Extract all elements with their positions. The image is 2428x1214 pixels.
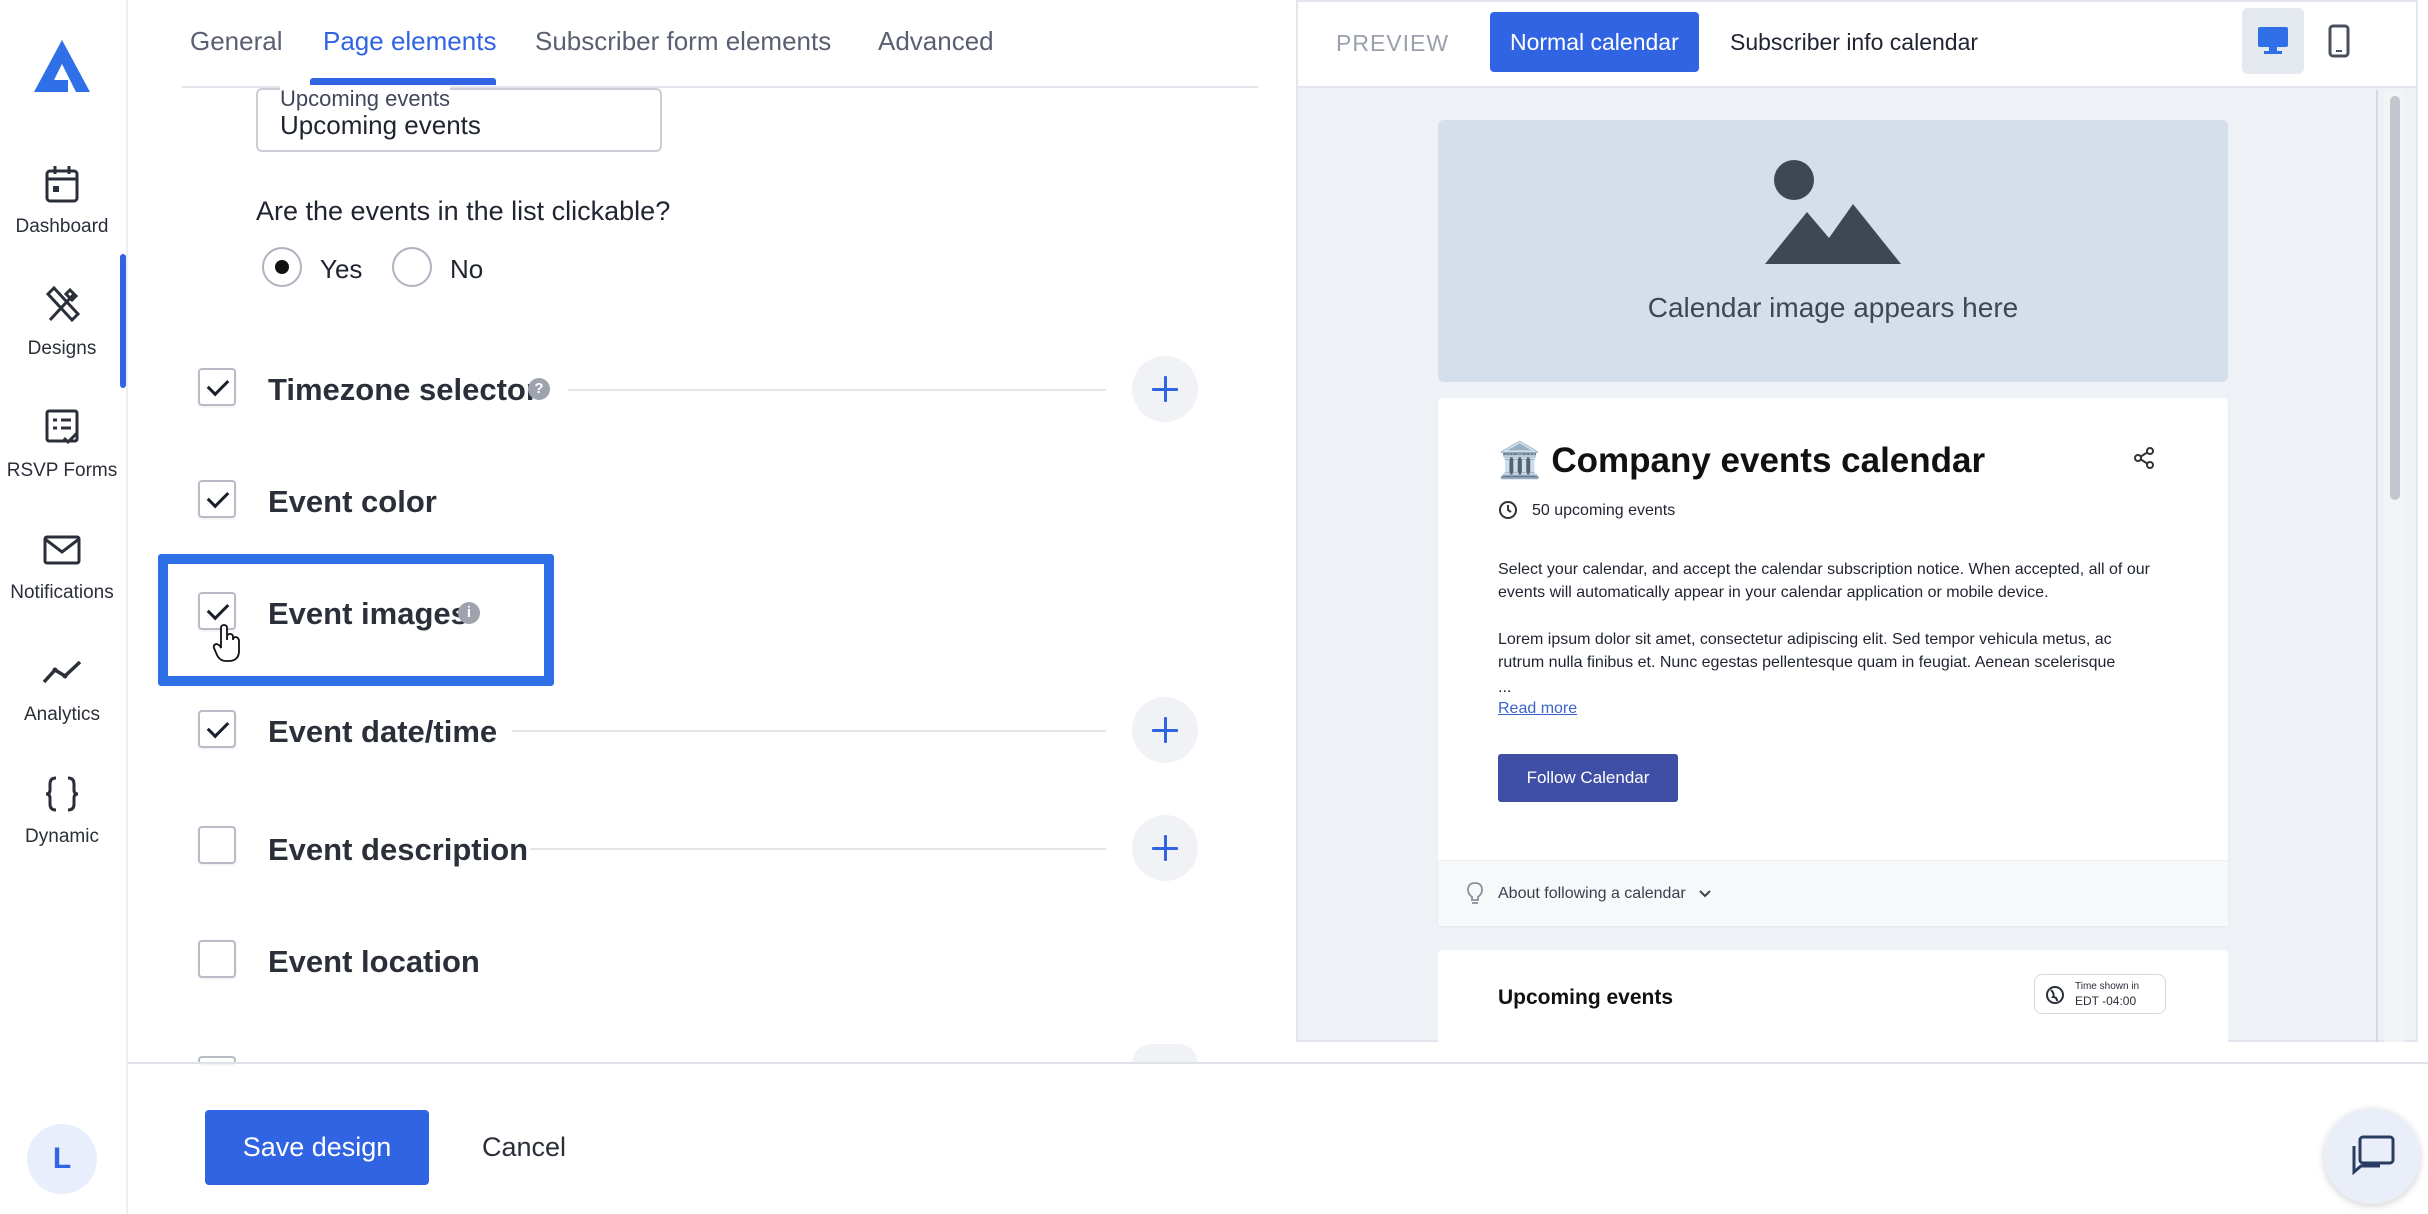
globe-icon [2046, 986, 2064, 1004]
building-icon: 🏛️ [1498, 441, 1542, 480]
list-title-input[interactable]: Upcoming events Upcoming events [256, 86, 662, 152]
footer-divider [128, 1062, 2428, 1064]
sidebar-item-label: Analytics [23, 704, 101, 725]
about-following-label[interactable]: About following a calendar [1498, 885, 1686, 903]
hand-cursor-icon [212, 624, 240, 662]
next-row-add-button-partial[interactable] [1132, 1044, 1198, 1064]
desktop-icon [2258, 27, 2288, 54]
sidebar-item-designs[interactable]: Designs [0, 286, 124, 396]
curly-braces-icon [45, 776, 79, 812]
tab-advanced[interactable]: Advanced [878, 26, 994, 57]
image-placeholder-caption: Calendar image appears here [1647, 292, 2019, 323]
calendar-icon [45, 166, 79, 203]
calendar-title: 🏛️ Company events calendar [1498, 440, 1985, 481]
calendar-description-extra: Lorem ipsum dolor sit amet, consectetur … [1498, 631, 2116, 671]
description-ellipsis: ... [1498, 679, 1512, 696]
sidebar: Dashboard Designs RSVP Forms Notificatio… [0, 0, 128, 1214]
clickable-yes-radio[interactable] [262, 247, 302, 287]
read-more-link[interactable]: Read more [1498, 700, 1577, 718]
follow-calendar-button[interactable]: Follow Calendar [1498, 754, 1678, 802]
timezone-caption: Time shown in [2075, 981, 2140, 992]
sidebar-item-label: Designs [27, 338, 97, 359]
cancel-button[interactable]: Cancel [460, 1110, 588, 1185]
upcoming-events-card: Upcoming events Time shown in EDT -04:00 [1438, 950, 2228, 1044]
tab-subscriber-form-elements[interactable]: Subscriber form elements [535, 26, 831, 57]
chat-icon [2352, 1135, 2395, 1176]
preview-scroll-thumb[interactable] [2390, 96, 2400, 500]
tab-general[interactable]: General [190, 26, 283, 57]
user-avatar[interactable]: L [27, 1124, 97, 1194]
design-tools-icon [45, 286, 80, 323]
event-description-checkbox[interactable] [198, 826, 236, 864]
upcoming-events-title: Upcoming events [1498, 986, 1674, 1009]
timezone-selector-add-button[interactable] [1132, 356, 1198, 422]
about-following-section[interactable]: About following a calendar [1438, 860, 2228, 926]
upcoming-events-count: 50 upcoming events [1532, 502, 1676, 519]
row-divider [530, 848, 1106, 850]
preview-toolbar: PREVIEW Normal calendar Subscriber info … [1298, 2, 2416, 88]
calendar-image-placeholder: Calendar image appears here [1438, 120, 2228, 382]
calendar-info-card: 🏛️ Company events calendar 50 upcoming e… [1438, 398, 2228, 926]
analytics-chart-icon [42, 660, 82, 684]
sidebar-item-label: RSVP Forms [6, 460, 118, 481]
event-color-label: Event color [268, 484, 437, 519]
sidebar-item-label: Dynamic [25, 826, 99, 847]
row-divider [568, 389, 1106, 391]
form-icon [45, 409, 79, 445]
lightbulb-icon [1467, 882, 1483, 904]
mobile-icon [2328, 24, 2350, 58]
sidebar-active-indicator [120, 254, 126, 388]
calendar-title-text: Company events calendar [1551, 441, 1986, 480]
mobile-view-button[interactable] [2308, 8, 2370, 74]
mail-icon [43, 535, 81, 565]
subscriber-info-calendar-tab[interactable]: Subscriber info calendar [1710, 12, 1998, 72]
desktop-view-button[interactable] [2242, 8, 2304, 74]
chat-support-button[interactable] [2324, 1108, 2420, 1204]
tab-page-elements[interactable]: Page elements [323, 26, 496, 57]
save-design-button[interactable]: Save design [205, 1110, 429, 1185]
sidebar-item-rsvp-forms[interactable]: RSVP Forms [0, 408, 124, 518]
calendar-description: Select your calendar, and accept the cal… [1498, 561, 2150, 601]
sidebar-item-analytics[interactable]: Analytics [0, 652, 124, 762]
event-location-checkbox[interactable] [198, 940, 236, 978]
share-icon[interactable] [2132, 446, 2156, 470]
sidebar-item-dashboard[interactable]: Dashboard [0, 164, 124, 274]
timezone-selector-label: Timezone selector [268, 372, 538, 407]
list-title-value: Upcoming events [280, 110, 481, 140]
event-datetime-add-button[interactable] [1132, 697, 1198, 763]
sidebar-item-label: Notifications [10, 582, 114, 603]
clickable-no-radio[interactable] [392, 247, 432, 287]
event-description-add-button[interactable] [1132, 815, 1198, 881]
sidebar-item-notifications[interactable]: Notifications [0, 530, 124, 640]
clickable-question: Are the events in the list clickable? [256, 196, 671, 226]
timezone-badge[interactable]: Time shown in EDT -04:00 [2034, 974, 2166, 1014]
image-placeholder-icon [1765, 160, 1901, 264]
preview-panel: PREVIEW Normal calendar Subscriber info … [1296, 0, 2418, 1044]
help-icon[interactable]: ? [528, 378, 550, 400]
app-logo-icon[interactable] [32, 38, 92, 94]
clickable-yes-label: Yes [320, 254, 363, 284]
normal-calendar-tab[interactable]: Normal calendar [1490, 12, 1699, 72]
event-location-label: Event location [268, 944, 480, 979]
event-images-label: Event images [268, 596, 468, 631]
event-datetime-label: Event date/time [268, 714, 498, 749]
row-divider [512, 730, 1106, 732]
active-tab-indicator [310, 78, 496, 85]
preview-label: PREVIEW [1336, 30, 1450, 56]
event-datetime-checkbox[interactable] [198, 710, 236, 748]
clickable-no-label: No [450, 254, 484, 284]
event-color-checkbox[interactable] [198, 480, 236, 518]
timezone-value: EDT -04:00 [2075, 994, 2137, 1008]
preview-frame-edge [2376, 90, 2378, 1042]
list-title-floating-label: Upcoming events [280, 86, 450, 112]
sidebar-item-label: Dashboard [15, 216, 109, 237]
clock-icon [1499, 501, 1517, 519]
event-description-label: Event description [268, 832, 529, 867]
timezone-selector-checkbox[interactable] [198, 368, 236, 406]
info-icon[interactable]: i [458, 602, 480, 624]
chevron-down-icon[interactable] [1698, 889, 1712, 899]
sidebar-item-dynamic[interactable]: Dynamic [0, 774, 124, 884]
